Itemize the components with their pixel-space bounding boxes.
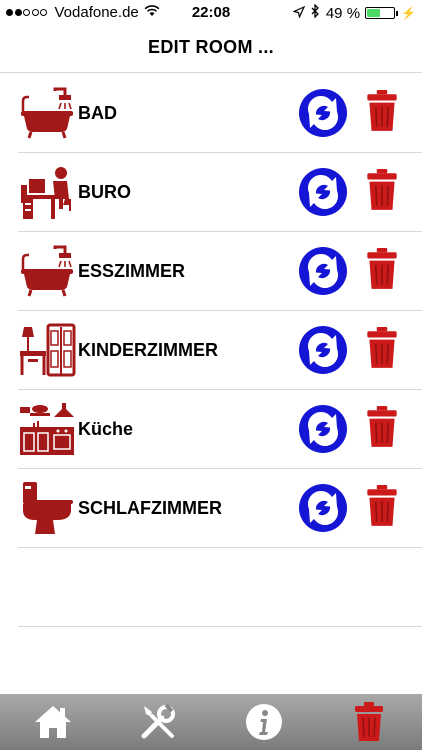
- room-name: SCHLAFZIMMER: [78, 497, 222, 518]
- refresh-room-button[interactable]: [298, 483, 348, 533]
- row-actions: [298, 483, 400, 533]
- battery-percent: 49 %: [325, 4, 361, 22]
- delete-room-button[interactable]: [366, 405, 400, 454]
- toilet-icon: [18, 480, 76, 536]
- refresh-icon: [298, 405, 348, 458]
- room-name: ESSZIMMER: [78, 260, 186, 281]
- row-actions: [298, 246, 400, 296]
- delete-mode-button[interactable]: [344, 697, 394, 747]
- refresh-room-button[interactable]: [298, 404, 348, 454]
- tools-icon: [141, 703, 176, 739]
- refresh-icon: [298, 89, 348, 142]
- room-row[interactable]: SCHLAFZIMMER: [18, 469, 422, 548]
- trash-icon: [366, 484, 398, 533]
- trash-icon: [366, 405, 398, 454]
- room-name: BAD: [78, 102, 117, 123]
- refresh-room-button[interactable]: [298, 246, 348, 296]
- row-actions: [298, 404, 400, 454]
- delete-room-button[interactable]: [366, 168, 400, 217]
- refresh-room-button[interactable]: [298, 167, 348, 217]
- bathtub-icon: [18, 85, 76, 141]
- bluetooth-icon: [311, 3, 320, 22]
- room-list: BAD BURO ESSZIMMER KINDERZIMMER Küche SC…: [18, 74, 422, 627]
- charging-bolt-icon: ⚡: [401, 6, 416, 20]
- status-bar: Vodafone.de 22:08 49 % ⚡: [0, 0, 422, 26]
- row-actions: [298, 167, 400, 217]
- status-right: 49 % ⚡: [291, 3, 416, 22]
- refresh-icon: [298, 247, 348, 300]
- row-actions: [298, 325, 400, 375]
- home-button[interactable]: [28, 697, 78, 747]
- room-row[interactable]: BURO: [18, 153, 422, 232]
- kitchen-icon: [18, 401, 76, 457]
- info-button[interactable]: [239, 697, 289, 747]
- trash-icon: [355, 702, 384, 741]
- room-row[interactable]: ESSZIMMER: [18, 232, 422, 311]
- page-title: EDIT ROOM ...: [0, 26, 422, 73]
- settings-tools-button[interactable]: [133, 697, 183, 747]
- refresh-icon: [298, 326, 348, 379]
- refresh-icon: [298, 168, 348, 221]
- location-arrow-icon: [291, 5, 306, 22]
- info-icon: [245, 704, 282, 740]
- trash-icon: [366, 326, 398, 375]
- office-desk-icon: [18, 164, 76, 220]
- trash-icon: [366, 168, 398, 217]
- delete-room-button[interactable]: [366, 89, 400, 138]
- room-row[interactable]: KINDERZIMMER: [18, 311, 422, 390]
- room-name: Küche: [78, 418, 134, 439]
- refresh-icon: [298, 484, 348, 537]
- home-icon: [34, 706, 71, 738]
- room-row[interactable]: BAD: [18, 74, 422, 153]
- refresh-room-button[interactable]: [298, 325, 348, 375]
- bottom-toolbar: [0, 694, 422, 750]
- row-actions: [298, 88, 400, 138]
- bathtub-icon: [18, 243, 76, 299]
- room-name: KINDERZIMMER: [78, 339, 218, 360]
- refresh-room-button[interactable]: [298, 88, 348, 138]
- delete-room-button[interactable]: [366, 247, 400, 296]
- edit-room-screen: Vodafone.de 22:08 49 % ⚡ EDIT ROOM ... B…: [0, 0, 422, 750]
- trash-icon: [366, 247, 398, 296]
- trash-icon: [366, 89, 398, 138]
- room-row[interactable]: Küche: [18, 390, 422, 469]
- battery-icon: [365, 7, 396, 19]
- delete-room-button[interactable]: [366, 484, 400, 533]
- empty-list-space: [18, 548, 422, 627]
- room-name: BURO: [78, 181, 131, 202]
- wardrobe-icon: [18, 322, 76, 378]
- delete-room-button[interactable]: [366, 326, 400, 375]
